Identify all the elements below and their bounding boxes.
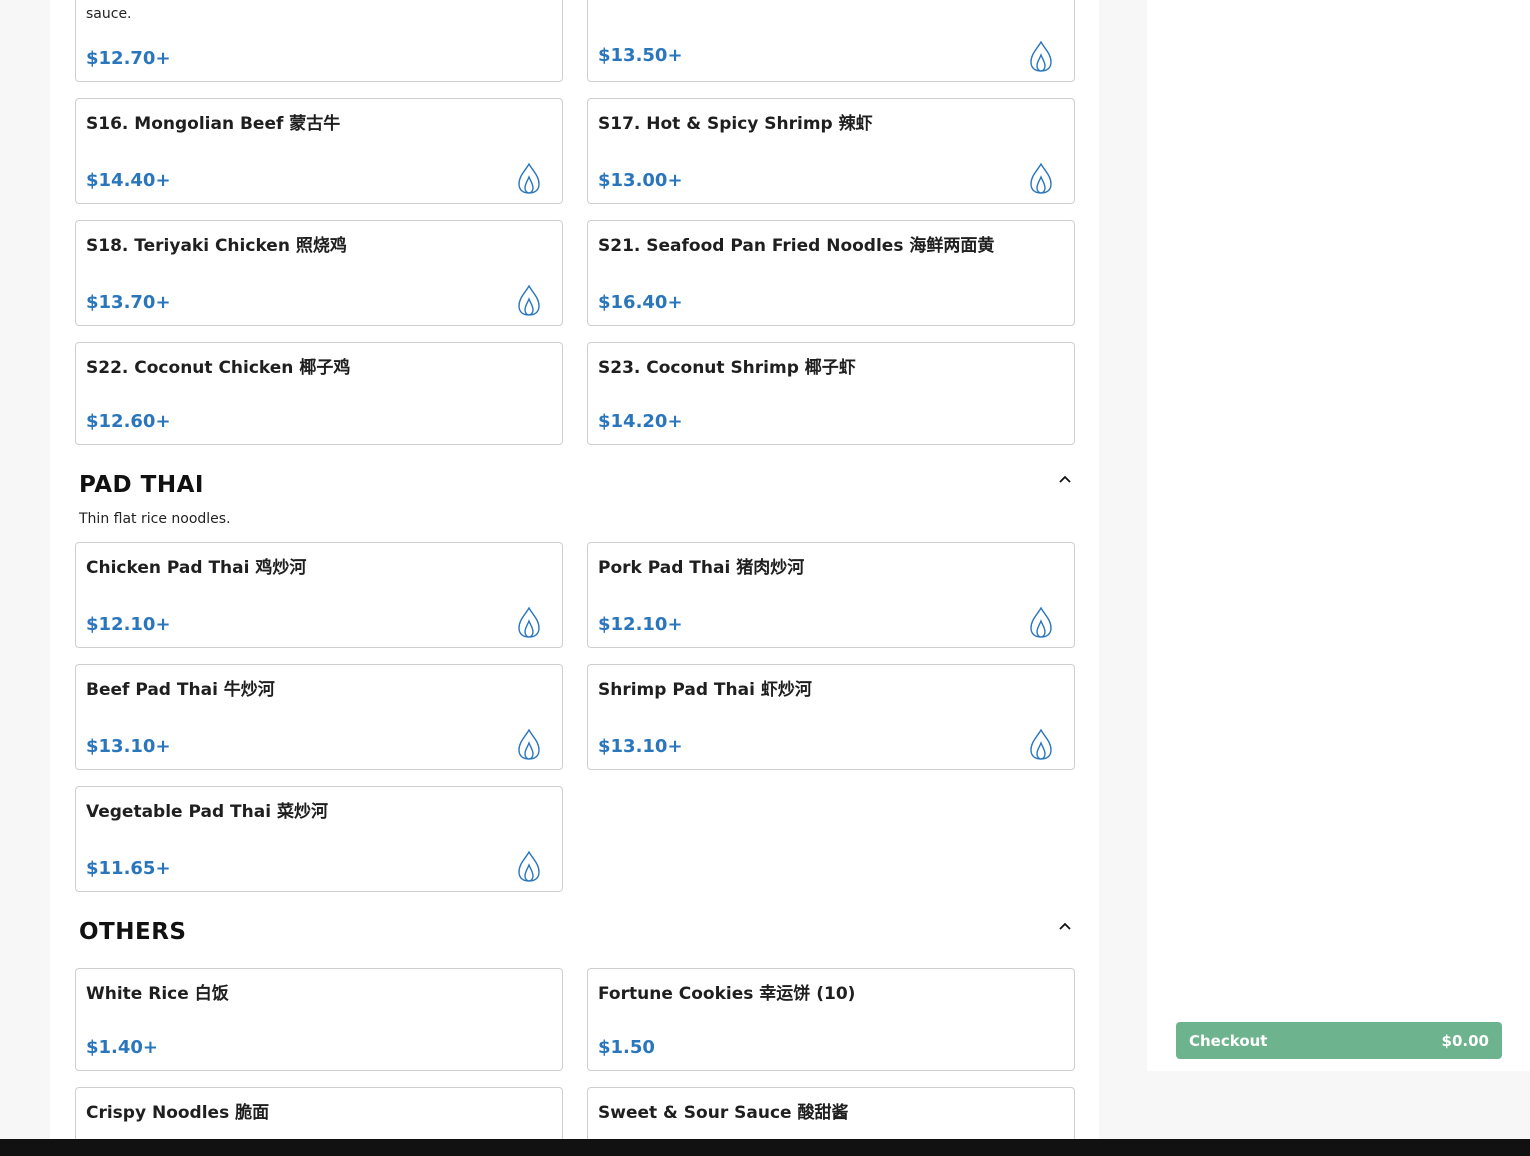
item-name: S21. Seafood Pan Fried Noodles 海鲜两面黄 [598, 236, 995, 256]
item-description: sauce. [86, 6, 132, 22]
flame-icon [1030, 606, 1052, 638]
item-price: $13.50+ [598, 45, 683, 66]
item-price: $13.10+ [598, 736, 683, 757]
flame-icon [518, 162, 540, 194]
item-price: $12.60+ [86, 411, 171, 432]
item-name: S16. Mongolian Beef 蒙古牛 [86, 114, 341, 134]
menu-item-card[interactable]: S23. Coconut Shrimp 椰子虾 $14.20+ [587, 342, 1075, 445]
item-price: $14.20+ [598, 411, 683, 432]
checkout-label: Checkout [1189, 1032, 1268, 1050]
flame-icon [1030, 162, 1052, 194]
menu-item-card[interactable]: S17. Hot & Spicy Shrimp 辣虾 $13.00+ [587, 98, 1075, 204]
menu-item-card[interactable]: S18. Teriyaki Chicken 照烧鸡 $13.70+ [75, 220, 563, 326]
item-price: $12.10+ [86, 614, 171, 635]
section-description: Thin flat rice noodles. [79, 511, 231, 527]
flame-icon [518, 850, 540, 882]
item-price: $1.50 [598, 1037, 655, 1058]
menu-item-card[interactable]: Chicken Pad Thai 鸡炒河 $12.10+ [75, 542, 563, 648]
flame-icon [1030, 728, 1052, 760]
menu-item-card[interactable]: Crispy Noodles 脆面 [75, 1087, 563, 1140]
menu-item-card[interactable]: Sweet & Sour Sauce 酸甜酱 [587, 1087, 1075, 1140]
menu-item-card[interactable]: Shrimp Pad Thai 虾炒河 $13.10+ [587, 664, 1075, 770]
item-price: $13.70+ [86, 292, 171, 313]
item-name: S23. Coconut Shrimp 椰子虾 [598, 358, 856, 378]
flame-icon [518, 284, 540, 316]
item-name: White Rice 白饭 [86, 984, 229, 1004]
menu-content: sauce. $12.70+ $13.50+ S16. Mongolian Be… [50, 0, 1099, 1140]
item-name: Chicken Pad Thai 鸡炒河 [86, 558, 307, 578]
item-price: $16.40+ [598, 292, 683, 313]
item-price: $14.40+ [86, 170, 171, 191]
item-price: $11.65+ [86, 858, 171, 879]
menu-item-card[interactable]: S21. Seafood Pan Fried Noodles 海鲜两面黄 $16… [587, 220, 1075, 326]
checkout-button[interactable]: Checkout $0.00 [1176, 1022, 1502, 1059]
menu-item-card[interactable]: White Rice 白饭 $1.40+ [75, 968, 563, 1071]
flame-icon [518, 728, 540, 760]
chevron-up-icon[interactable] [1053, 467, 1077, 491]
menu-item-card[interactable]: S22. Coconut Chicken 椰子鸡 $12.60+ [75, 342, 563, 445]
item-name: S18. Teriyaki Chicken 照烧鸡 [86, 236, 347, 256]
bottom-bar [0, 1139, 1530, 1156]
item-price: $13.00+ [598, 170, 683, 191]
cart-total: $0.00 [1441, 1032, 1489, 1050]
menu-item-card[interactable]: Beef Pad Thai 牛炒河 $13.10+ [75, 664, 563, 770]
item-name: Pork Pad Thai 猪肉炒河 [598, 558, 805, 578]
flame-icon [1030, 40, 1052, 72]
item-name: S17. Hot & Spicy Shrimp 辣虾 [598, 114, 873, 134]
item-price: $1.40+ [86, 1037, 159, 1058]
menu-item-card[interactable]: Vegetable Pad Thai 菜炒河 $11.65+ [75, 786, 563, 892]
menu-item-card[interactable]: Fortune Cookies 幸运饼 (10) $1.50 [587, 968, 1075, 1071]
section-title-pad-thai: PAD THAI [79, 472, 204, 498]
menu-item-card[interactable]: sauce. $12.70+ [75, 0, 563, 82]
item-name: Sweet & Sour Sauce 酸甜酱 [598, 1103, 849, 1123]
section-title-others: OTHERS [79, 919, 187, 945]
item-name: Shrimp Pad Thai 虾炒河 [598, 680, 812, 700]
item-name: Fortune Cookies 幸运饼 (10) [598, 984, 856, 1004]
item-name: Crispy Noodles 脆面 [86, 1103, 270, 1123]
item-name: S22. Coconut Chicken 椰子鸡 [86, 358, 351, 378]
menu-item-card[interactable]: $13.50+ [587, 0, 1075, 82]
flame-icon [518, 606, 540, 638]
menu-item-card[interactable]: Pork Pad Thai 猪肉炒河 $12.10+ [587, 542, 1075, 648]
item-name: Vegetable Pad Thai 菜炒河 [86, 802, 328, 822]
item-price: $12.70+ [86, 48, 171, 69]
chevron-up-icon[interactable] [1053, 914, 1077, 938]
item-name: Beef Pad Thai 牛炒河 [86, 680, 275, 700]
cart-sidebar [1147, 0, 1530, 1071]
menu-item-card[interactable]: S16. Mongolian Beef 蒙古牛 $14.40+ [75, 98, 563, 204]
item-price: $13.10+ [86, 736, 171, 757]
item-price: $12.10+ [598, 614, 683, 635]
